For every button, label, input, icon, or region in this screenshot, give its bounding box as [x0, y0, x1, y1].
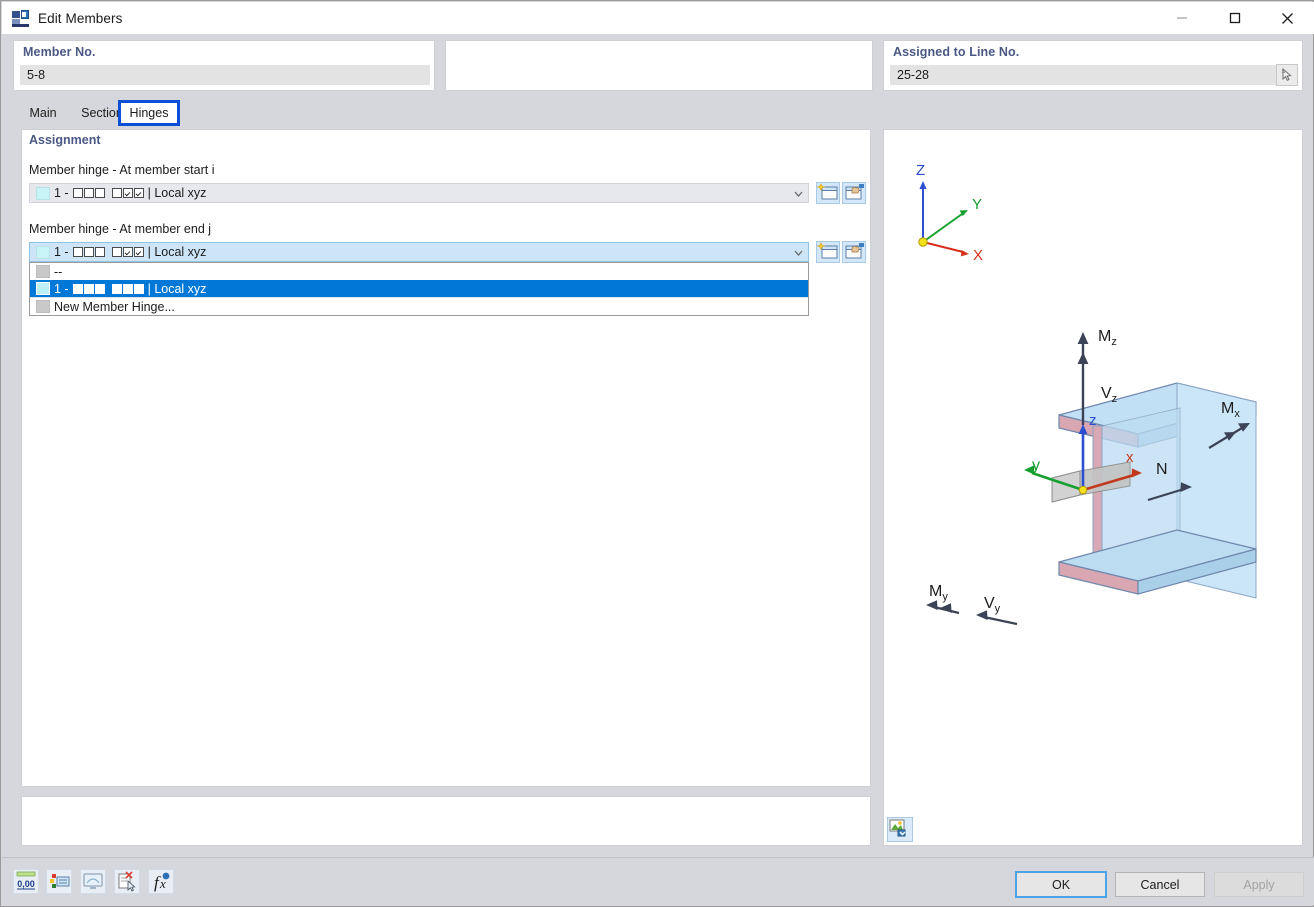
list-item[interactable]: 1 - | Local xyz — [30, 280, 808, 297]
force-label-mz: Mz — [1098, 328, 1117, 348]
release-check-2 — [94, 247, 105, 257]
tab-main-label: Main — [29, 106, 57, 120]
global-axis-y-label: Y — [972, 196, 982, 213]
release-check-3 — [111, 247, 122, 257]
member-dialog-icon — [12, 9, 29, 27]
chevron-down-icon[interactable] — [788, 243, 808, 263]
hinge-start-release-checks — [72, 188, 144, 198]
edit-member-hinge-icon[interactable] — [842, 241, 866, 263]
cancel-button-label: Cancel — [1140, 877, 1180, 892]
rename-icon[interactable] — [46, 869, 72, 894]
local-axis-z-label: z — [1089, 412, 1097, 429]
hinge-end-suffix: | Local xyz — [147, 245, 207, 259]
list-item[interactable]: -- — [30, 263, 808, 280]
hinge-preview-graphic: Z Y X z y x Mz Vz My Vy N Mx — [916, 162, 1257, 626]
minimize-icon[interactable] — [1159, 2, 1205, 34]
title-bar: Edit Members — [2, 2, 1314, 34]
close-icon[interactable] — [1264, 2, 1310, 34]
option-color-swatch — [36, 265, 50, 278]
hinge-end-color-swatch — [36, 245, 50, 259]
release-check-5 — [133, 247, 144, 257]
tab-bar: Main Section Hinges — [13, 100, 1303, 126]
global-axis-x-label: X — [973, 247, 983, 264]
option-prefix: 1 - — [54, 281, 69, 296]
assigned-line-input[interactable]: 25-28 — [890, 65, 1278, 85]
hinge-start-label: Member hinge - At member start i — [29, 163, 215, 177]
edit-member-hinge-icon[interactable] — [842, 182, 866, 204]
option-color-swatch — [36, 300, 50, 313]
tab-main[interactable]: Main — [19, 100, 67, 126]
member-no-panel: Member No. 5-8 — [13, 40, 435, 91]
hinge-end-prefix: 1 - — [54, 245, 69, 259]
ok-button[interactable]: OK — [1015, 871, 1107, 898]
preview-snapshot-icon[interactable] — [887, 817, 913, 842]
release-check-0 — [72, 247, 83, 257]
display-properties-icon[interactable] — [80, 869, 106, 894]
new-member-hinge-icon[interactable] — [816, 241, 840, 263]
maximize-icon[interactable] — [1212, 2, 1258, 34]
svg-text:0,00: 0,00 — [17, 879, 35, 889]
list-item[interactable]: New Member Hinge... — [30, 297, 808, 315]
option-color-swatch — [36, 282, 50, 295]
release-check-3 — [111, 188, 122, 198]
release-check-3 — [111, 283, 122, 294]
assigned-line-panel: Assigned to Line No. 25-28 — [883, 40, 1303, 91]
hinge-start-color-swatch — [36, 186, 50, 200]
decimal-places-icon[interactable]: 0,00 — [13, 869, 39, 894]
apply-button-label: Apply — [1243, 877, 1275, 892]
tab-section-label: Section — [81, 106, 123, 120]
chevron-down-icon[interactable] — [788, 184, 808, 204]
hinge-end-label: Member hinge - At member end j — [29, 222, 212, 236]
apply-button[interactable]: Apply — [1214, 872, 1304, 897]
local-axis-y-label: y — [1032, 457, 1040, 474]
force-label-my: My — [929, 583, 948, 603]
assigned-line-label: Assigned to Line No. — [893, 45, 1020, 59]
release-check-2 — [94, 283, 105, 294]
release-check-2 — [94, 188, 105, 198]
hinge-end-dropdown-list[interactable]: -- 1 - | Local xyz New Member Hinge... — [29, 262, 809, 316]
hinge-preview-panel: Z Y X z y x Mz Vz My Vy N Mx — [883, 129, 1303, 846]
option-suffix: | Local xyz — [147, 281, 207, 296]
window-title: Edit Members — [38, 10, 123, 26]
global-axes-triad — [918, 181, 969, 257]
release-check-4 — [122, 247, 133, 257]
delete-icon[interactable] — [114, 869, 140, 894]
release-check-0 — [72, 188, 83, 198]
global-axis-z-label: Z — [916, 162, 925, 179]
assignment-title: Assignment — [29, 133, 101, 147]
hinge-end-release-checks — [72, 247, 144, 257]
new-member-hinge-icon[interactable] — [816, 182, 840, 204]
release-check-1 — [83, 247, 94, 257]
release-check-4 — [122, 188, 133, 198]
edit-members-window: Edit Members Member No. 5-8 Assigned to … — [0, 0, 1314, 907]
release-check-0 — [72, 283, 83, 294]
ok-button-label: OK — [1051, 877, 1071, 892]
comment-panel[interactable] — [21, 796, 871, 846]
force-label-n: N — [1156, 461, 1168, 478]
tab-hinges[interactable]: Hinges — [118, 100, 180, 126]
formula-icon[interactable]: f x — [148, 869, 174, 894]
release-check-1 — [83, 188, 94, 198]
hinge-start-combo[interactable]: 1 - | Local xyz — [29, 183, 809, 203]
pick-cursor-icon[interactable] — [1276, 64, 1298, 86]
option-label: -- — [54, 264, 63, 279]
tab-hinges-label: Hinges — [129, 106, 169, 120]
option-release-checks — [72, 283, 144, 294]
member-no-input[interactable]: 5-8 — [20, 65, 430, 85]
local-axis-x-label: x — [1126, 449, 1134, 466]
release-check-5 — [133, 283, 144, 294]
member-no-label: Member No. — [23, 45, 96, 59]
middle-info-panel — [445, 40, 873, 91]
release-check-5 — [133, 188, 144, 198]
option-label: New Member Hinge... — [54, 299, 175, 314]
hinge-end-combo[interactable]: 1 - | Local xyz — [29, 242, 809, 262]
hinge-start-suffix: | Local xyz — [147, 186, 207, 200]
release-check-1 — [83, 283, 94, 294]
release-check-4 — [122, 283, 133, 294]
cancel-button[interactable]: Cancel — [1115, 872, 1205, 897]
hinge-start-prefix: 1 - — [54, 186, 69, 200]
